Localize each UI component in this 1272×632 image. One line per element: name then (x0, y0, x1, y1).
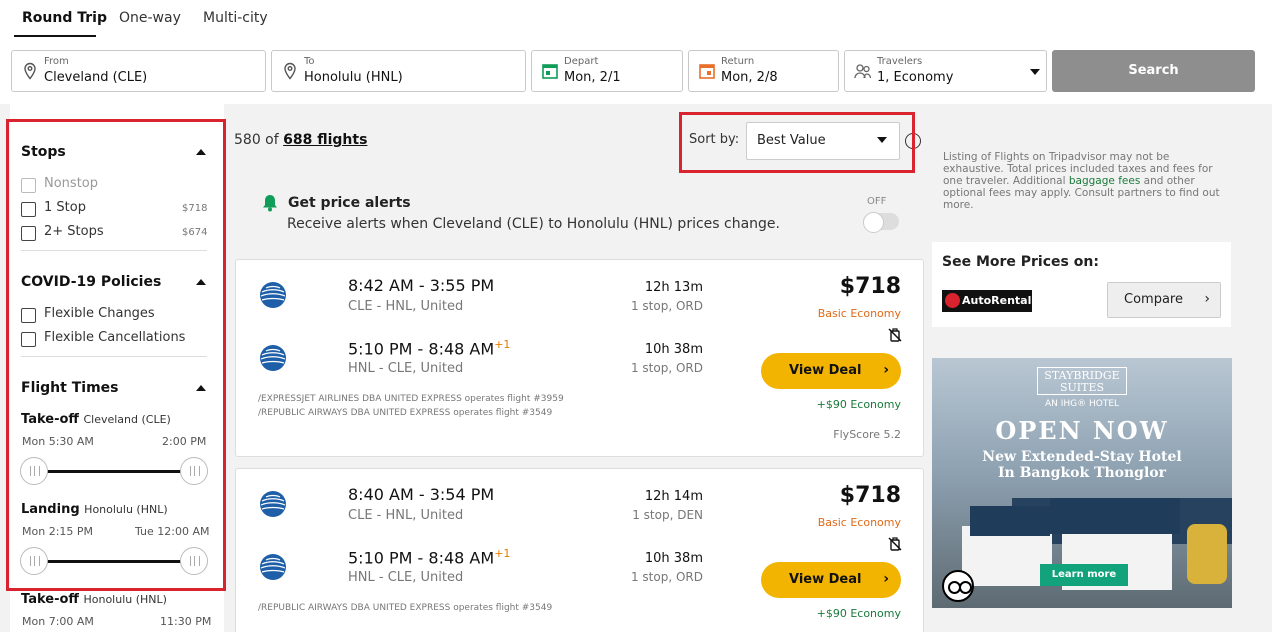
view-deal-button[interactable]: View Deal › (761, 562, 901, 598)
ad-headline: OPEN NOW (995, 416, 1169, 445)
travelers-value: 1, Economy (877, 70, 954, 85)
takeoff-return-heading: Take-off Honolulu (HNL) (21, 592, 167, 607)
to-label: To (304, 56, 315, 67)
chevron-right-icon: › (1204, 291, 1210, 307)
depart-label: Depart (564, 56, 599, 67)
more-prices-panel: See More Prices on: AutoRentals Compare … (932, 242, 1231, 327)
results-count: 580 of 688 flights (234, 132, 368, 148)
to-field[interactable]: To Honolulu (HNL) (271, 50, 526, 92)
price-alert-subtitle: Receive alerts when Cleveland (CLE) to H… (287, 216, 780, 232)
compare-button[interactable]: Compare › (1107, 282, 1221, 318)
baggage-fees-link[interactable]: baggage fees (1069, 175, 1140, 187)
ad-bedcover-right (1050, 498, 1180, 534)
ad-line-1: New Extended-Stay Hotel (982, 449, 1182, 465)
united-airlines-logo-icon (258, 489, 288, 519)
return-duration: 10h 38m (644, 342, 703, 357)
all-flights-link[interactable]: 688 flights (283, 132, 367, 148)
cabin-class: Basic Economy (817, 516, 901, 529)
chevron-right-icon: › (883, 571, 889, 587)
travelers-icon (854, 64, 872, 79)
operator-note: /EXPRESSJET AIRLINES DBA UNITED EXPRESS … (258, 394, 564, 404)
bell-icon (263, 195, 277, 212)
outbound-stops: 1 stop, ORD (630, 299, 703, 313)
search-header: Round Trip One-way Multi-city From Cleve… (0, 0, 1272, 104)
travelers-label: Travelers (877, 56, 923, 67)
return-value: Mon, 2/8 (721, 70, 778, 85)
price-alert-toggle[interactable] (863, 212, 899, 233)
united-airlines-logo-icon (258, 280, 288, 310)
takeoff-return-min: Mon 7:00 AM (22, 615, 94, 628)
return-stops: 1 stop, ORD (630, 570, 703, 584)
operator-note: /REPUBLIC AIRWAYS DBA UNITED EXPRESS ope… (258, 603, 553, 613)
ad-bedcover-left (970, 506, 1050, 536)
location-pin-icon (24, 62, 36, 80)
united-airlines-logo-icon (258, 552, 288, 582)
return-route: HNL - CLE, United (348, 361, 464, 376)
tab-one-way[interactable]: One-way (119, 10, 181, 26)
outbound-duration: 12h 13m (644, 280, 703, 295)
return-route: HNL - CLE, United (348, 570, 464, 585)
chevron-right-icon: › (883, 362, 889, 378)
toggle-state-label: OFF (867, 196, 887, 207)
active-tab-indicator (14, 35, 96, 37)
flight-price: $718 (839, 483, 901, 508)
return-label: Return (721, 56, 755, 67)
outbound-route: CLE - HNL, United (348, 299, 464, 314)
from-field[interactable]: From Cleveland (CLE) (11, 50, 266, 92)
location-pin-icon (284, 62, 296, 80)
outbound-route: CLE - HNL, United (348, 508, 464, 523)
calendar-icon (542, 64, 558, 79)
depart-value: Mon, 2/1 (564, 70, 621, 85)
to-value: Honolulu (HNL) (304, 70, 403, 85)
outbound-times: 8:42 AM - 3:55 PM (348, 276, 495, 295)
sort-highlight-box (679, 112, 915, 173)
filter-highlight-box (6, 119, 226, 591)
no-carry-on-bag-icon (888, 537, 902, 551)
outbound-times: 8:40 AM - 3:54 PM (348, 485, 495, 504)
hotel-ad[interactable]: STAYBRIDGE SUITES AN IHG® HOTEL OPEN NOW… (932, 358, 1232, 608)
outbound-stops: 1 stop, DEN (632, 508, 703, 522)
flight-price: $718 (839, 274, 901, 299)
from-label: From (44, 56, 69, 67)
travelers-field[interactable]: Travelers 1, Economy (844, 50, 1047, 92)
return-stops: 1 stop, ORD (630, 361, 703, 375)
return-date-field[interactable]: Return Mon, 2/8 (688, 50, 839, 92)
tripadvisor-owl-icon (942, 570, 974, 602)
depart-date-field[interactable]: Depart Mon, 2/1 (531, 50, 683, 92)
autorentals-logo: AutoRentals (942, 290, 1038, 312)
car-icon (945, 293, 960, 308)
chevron-down-icon (1030, 69, 1040, 75)
ad-pillow (1187, 524, 1227, 584)
search-button[interactable]: Search (1052, 50, 1255, 92)
operator-note: /REPUBLIC AIRWAYS DBA UNITED EXPRESS ope… (258, 408, 553, 418)
from-value: Cleveland (CLE) (44, 70, 148, 85)
flight-card[interactable]: 8:42 AM - 3:55 PM CLE - HNL, United 12h … (235, 259, 924, 457)
upsell-link[interactable]: +$90 Economy (761, 398, 901, 411)
learn-more-button[interactable]: Learn more (1040, 564, 1128, 586)
view-deal-button[interactable]: View Deal › (761, 353, 901, 389)
ad-line-2: In Bangkok Thonglor (997, 465, 1167, 481)
cabin-class: Basic Economy (817, 307, 901, 320)
return-times: 5:10 PM - 8:48 AM+1 (348, 547, 511, 568)
tab-round-trip[interactable]: Round Trip (22, 10, 107, 26)
no-carry-on-bag-icon (888, 328, 902, 342)
return-times: 5:10 PM - 8:48 AM+1 (348, 338, 511, 359)
united-airlines-logo-icon (258, 343, 288, 373)
return-duration: 10h 38m (644, 551, 703, 566)
takeoff-return-max: 11:30 PM (160, 615, 212, 628)
ad-brand-line: AN IHG® HOTEL (1044, 399, 1120, 409)
flyscore: FlyScore 5.2 (833, 428, 901, 441)
staybridge-logo: STAYBRIDGE SUITES (1037, 367, 1127, 395)
calendar-icon (699, 64, 715, 79)
tab-multi-city[interactable]: Multi-city (203, 10, 268, 26)
flight-card[interactable]: 8:40 AM - 3:54 PM CLE - HNL, United 12h … (235, 468, 924, 632)
more-prices-title: See More Prices on: (942, 254, 1099, 270)
price-alert-title: Get price alerts (288, 195, 411, 211)
listing-disclaimer: Listing of Flights on Tripadvisor may no… (943, 151, 1220, 211)
outbound-duration: 12h 14m (644, 489, 703, 504)
upsell-link[interactable]: +$90 Economy (761, 607, 901, 620)
